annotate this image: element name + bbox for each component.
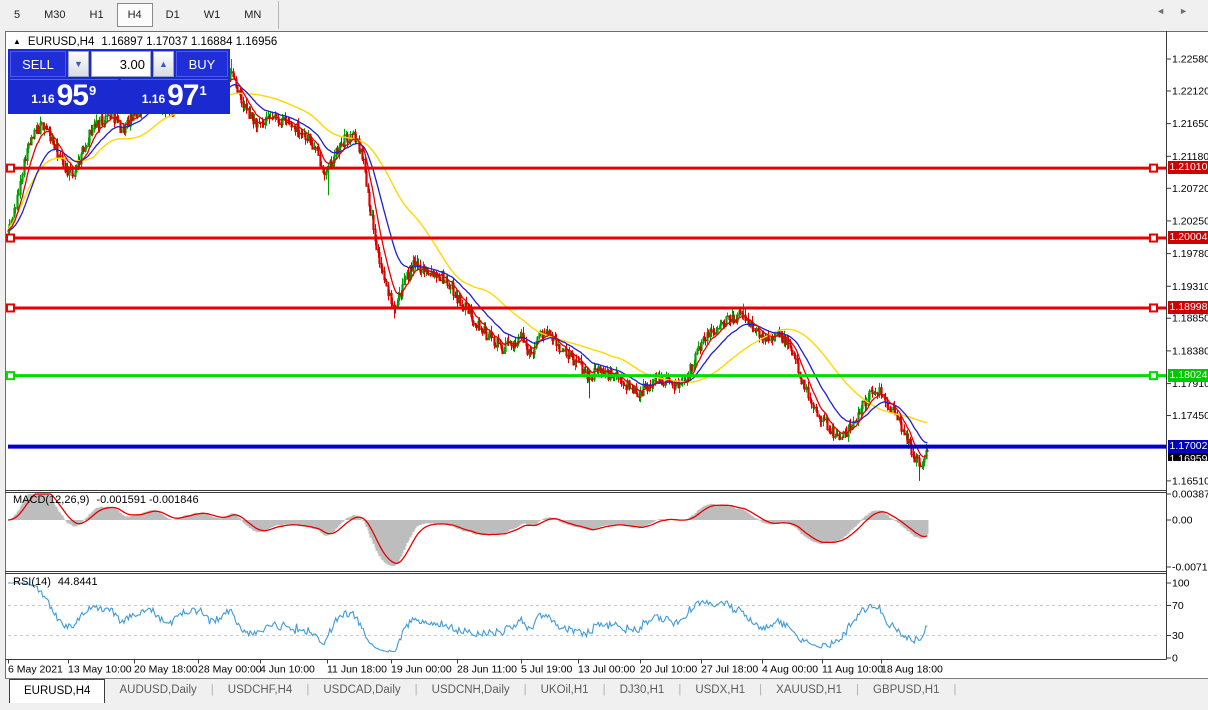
time-axis-tick: 19 Jun 00:00 bbox=[391, 664, 452, 676]
hline-price-label: 1.18998 bbox=[1168, 301, 1208, 314]
time-axis-tick: 6 May 2021 bbox=[8, 664, 63, 676]
price-axis-tick: 1.22580 bbox=[1172, 54, 1208, 66]
time-axis-tick: 13 May 10:00 bbox=[68, 664, 132, 676]
rsi-axis-tick: 0 bbox=[1172, 653, 1178, 665]
price-axis-tick: 1.21650 bbox=[1172, 118, 1208, 130]
volume-input[interactable] bbox=[91, 51, 151, 77]
hline-price-label: 1.18024 bbox=[1168, 369, 1208, 382]
time-axis-tick: 11 Jun 18:00 bbox=[327, 664, 387, 676]
rsi-indicator-value: 44.8441 bbox=[57, 576, 98, 588]
buy-price-big: 97 bbox=[167, 79, 199, 112]
price-axis-tick: 1.22120 bbox=[1172, 85, 1208, 97]
toolbar-separator bbox=[278, 1, 280, 29]
chart-header: ▲ EURUSD,H4 1.16897 1.17037 1.16884 1.16… bbox=[13, 36, 277, 48]
rsi-indicator-name: RSI(14) bbox=[13, 576, 51, 588]
price-axis-tick: 1.19780 bbox=[1172, 248, 1208, 260]
macd-axis-tick: 0.003873 bbox=[1172, 489, 1208, 501]
tab-gbpusd-h1[interactable]: GBPUSD,H1 bbox=[859, 679, 953, 703]
tab-xauusd-h1[interactable]: XAUUSD,H1 bbox=[762, 679, 856, 703]
macd-indicator-name: MACD(12,26,9) bbox=[13, 494, 90, 506]
time-axis-tick: 28 Jun 11:00 bbox=[457, 664, 517, 676]
current-price-label: 1.16959 bbox=[1168, 453, 1208, 461]
collapse-triangle-icon[interactable]: ▲ bbox=[13, 37, 21, 46]
toolbar-timeframe-h1[interactable]: H1 bbox=[79, 3, 115, 27]
macd-axis-tick: 0.00 bbox=[1172, 515, 1193, 527]
tab-usdcnh-daily[interactable]: USDCNH,Daily bbox=[418, 679, 524, 703]
toolbar-timeframe-5[interactable]: 5 bbox=[3, 3, 31, 27]
tab-usdchf-h4[interactable]: USDCHF,H4 bbox=[214, 679, 307, 703]
rsi-pane-label: RSI(14) 44.8441 bbox=[13, 576, 98, 588]
rsi-axis-tick: 70 bbox=[1172, 600, 1184, 612]
chart-symbol-label: EURUSD,H4 bbox=[27, 36, 95, 48]
toolbar-timeframe-w1[interactable]: W1 bbox=[193, 3, 232, 27]
time-axis-tick: 28 May 00:00 bbox=[198, 664, 262, 676]
tab-scroll-right-icon[interactable]: ► bbox=[1179, 6, 1202, 16]
time-axis-tick: 4 Jun 10:00 bbox=[260, 664, 315, 676]
sell-price-box[interactable]: 1.16 95 9 bbox=[10, 79, 118, 112]
price-axis-tick: 1.19310 bbox=[1172, 281, 1208, 293]
tab-audusd-daily[interactable]: AUDUSD,Daily bbox=[105, 679, 210, 703]
volume-increase-button[interactable]: ▲ bbox=[153, 51, 174, 77]
price-axis-tick: 1.18380 bbox=[1172, 345, 1208, 357]
time-axis-tick: 5 Jul 19:00 bbox=[521, 664, 573, 676]
rsi-axis-tick: 100 bbox=[1172, 578, 1190, 590]
time-axis-tick: 4 Aug 00:00 bbox=[762, 664, 818, 676]
macd-pane-label: MACD(12,26,9) -0.001591 -0.001846 bbox=[13, 494, 199, 506]
sell-price-prefix: 1.16 bbox=[31, 92, 55, 106]
buy-price-box[interactable]: 1.16 97 1 bbox=[120, 79, 228, 112]
time-axis-tick: 18 Aug 18:00 bbox=[881, 664, 943, 676]
buy-button[interactable]: BUY bbox=[176, 51, 228, 77]
sell-price-sup: 9 bbox=[89, 83, 97, 98]
toolbar-timeframe-d1[interactable]: D1 bbox=[155, 3, 191, 27]
rsi-axis-tick: 30 bbox=[1172, 630, 1184, 642]
tab-dj30-h1[interactable]: DJ30,H1 bbox=[606, 679, 679, 703]
toolbar-timeframe-m30[interactable]: M30 bbox=[33, 3, 76, 27]
hline-price-label: 1.21010 bbox=[1168, 161, 1208, 174]
time-axis-tick: 27 Jul 18:00 bbox=[701, 664, 758, 676]
macd-indicator-values: -0.001591 -0.001846 bbox=[96, 494, 199, 506]
chart-ohlc-values: 1.16897 1.17037 1.16884 1.16956 bbox=[101, 36, 278, 48]
price-axis-tick: 1.18850 bbox=[1172, 313, 1208, 325]
time-axis-tick: 13 Jul 00:00 bbox=[578, 664, 635, 676]
time-axis-tick: 20 Jul 10:00 bbox=[640, 664, 697, 676]
price-axis-tick: 1.16510 bbox=[1172, 475, 1208, 487]
tab-scroll-left-icon[interactable]: ◄ bbox=[1156, 6, 1179, 16]
tab-eurusd-h4[interactable]: EURUSD,H4 bbox=[9, 679, 106, 703]
tab-ukoil-h1[interactable]: UKOil,H1 bbox=[527, 679, 603, 703]
toolbar-timeframe-h4[interactable]: H4 bbox=[116, 3, 153, 27]
time-axis-tick: 20 May 18:00 bbox=[134, 664, 198, 676]
hline-price-label: 1.20004 bbox=[1168, 231, 1208, 244]
price-axis-tick: 1.20250 bbox=[1172, 215, 1208, 227]
buy-price-sup: 1 bbox=[199, 83, 207, 98]
toolbar-timeframe-mn[interactable]: MN bbox=[233, 3, 272, 27]
buy-price-prefix: 1.16 bbox=[141, 92, 166, 106]
chart-canvas[interactable]: 1.225801.221201.216501.211801.207201.202… bbox=[0, 31, 1208, 678]
tab-usdcad-daily[interactable]: USDCAD,Daily bbox=[309, 679, 414, 703]
time-axis-tick: 11 Aug 10:00 bbox=[822, 664, 883, 676]
sell-price-big: 95 bbox=[56, 79, 89, 112]
symbol-tab-bar: EURUSD,H4 AUDUSD,Daily | USDCHF,H4 | USDCAD,D… bbox=[5, 678, 1208, 703]
tab-separator: | bbox=[953, 684, 957, 696]
tab-usdx-h1[interactable]: USDX,H1 bbox=[681, 679, 759, 703]
sell-button[interactable]: SELL bbox=[10, 51, 66, 77]
price-axis-tick: 1.17450 bbox=[1172, 410, 1208, 422]
timeframe-toolbar: 5 M30 H1 H4 D1 W1 MN bbox=[0, 0, 1208, 30]
price-axis-tick: 1.20720 bbox=[1172, 183, 1208, 195]
one-click-trade-panel: SELL ▼ ▲ BUY 1.16 95 9 1.16 97 1 bbox=[8, 49, 230, 114]
hline-price-label: 1.17002 bbox=[1168, 440, 1208, 453]
volume-decrease-button[interactable]: ▼ bbox=[68, 51, 89, 77]
tab-scroll-arrows: ◄► bbox=[1156, 6, 1202, 16]
macd-axis-tick: -0.007195 bbox=[1172, 562, 1208, 574]
